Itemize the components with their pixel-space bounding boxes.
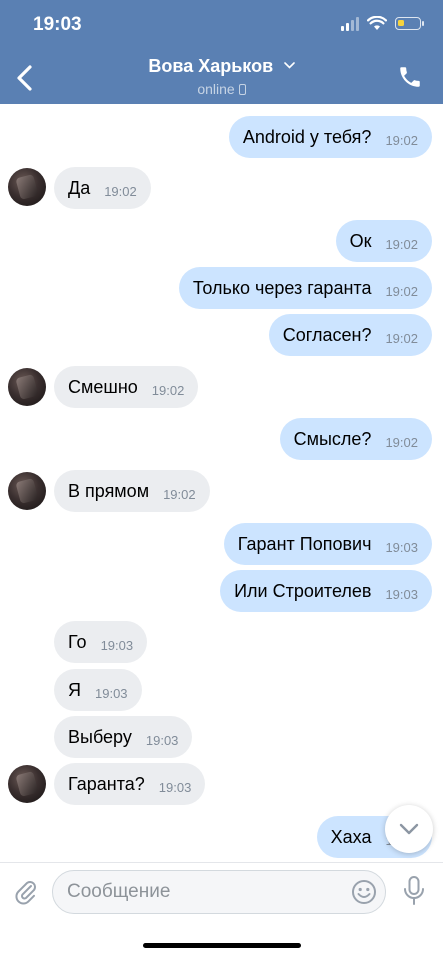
online-status: online [197, 81, 235, 97]
header-bar: 19:03 Вова Харьков online [0, 0, 443, 104]
battery-level [398, 20, 404, 26]
message-time: 19:02 [163, 486, 196, 502]
message-time: 19:03 [100, 637, 134, 653]
chat-title: Вова Харьков [148, 56, 274, 76]
status-icons [341, 16, 424, 31]
message-time: 19:02 [385, 283, 418, 299]
composer-bar [0, 862, 443, 959]
message-text: Смешно [68, 376, 138, 397]
avatar[interactable] [8, 765, 46, 803]
avatar[interactable] [8, 472, 46, 510]
message-text: Гаранта? [68, 773, 145, 794]
message-time: 19:02 [151, 382, 185, 398]
message-input-box[interactable] [52, 870, 386, 914]
message-text: Хаха [330, 826, 372, 847]
message-bubble-incoming: Смешно 19:02 [54, 366, 199, 408]
message-text: В прямом [68, 480, 150, 501]
message-time: 19:03 [95, 685, 128, 701]
message-bubble-outgoing: Согласен? 19:02 [268, 314, 432, 356]
message-time: 19:03 [145, 732, 179, 748]
avatar[interactable] [8, 168, 46, 206]
message-time: 19:02 [385, 434, 418, 450]
message-bubble-outgoing: Только через гаранта 19:02 [178, 267, 432, 309]
message-text: Android у тебя? [242, 126, 372, 147]
message-input[interactable] [67, 871, 347, 913]
scroll-to-bottom-button[interactable] [385, 805, 433, 853]
message-time: 19:03 [385, 586, 418, 602]
message-bubble-incoming: Гаранта? 19:03 [54, 763, 206, 805]
message-text: Ок [349, 230, 372, 251]
message-time: 19:03 [158, 779, 192, 795]
attach-icon[interactable] [12, 877, 40, 905]
message-bubble-incoming: Го 19:03 [54, 621, 148, 663]
chat-subtitle: online [0, 81, 443, 97]
message-bubble-outgoing: Или Строителев 19:03 [220, 570, 432, 612]
message-bubble-incoming: Я 19:03 [54, 669, 142, 711]
message-text: Согласен? [282, 324, 372, 345]
message-text: Гарант Попович [237, 533, 372, 554]
message-list[interactable]: Android у тебя? 19:02 Да 19:02 Ок 19:02 … [0, 104, 443, 862]
battery-icon [395, 17, 424, 30]
mobile-icon [238, 84, 246, 95]
emoji-icon[interactable] [351, 879, 377, 905]
home-indicator[interactable] [143, 943, 301, 948]
message-time: 19:02 [104, 183, 137, 199]
status-time: 19:03 [33, 14, 82, 35]
message-bubble-outgoing: Гарант Попович 19:03 [223, 523, 432, 565]
message-text: Го [68, 631, 87, 652]
message-text: Выберу [68, 726, 132, 747]
phone-icon[interactable] [397, 64, 423, 90]
message-bubble-incoming: В прямом 19:02 [54, 470, 210, 512]
message-time: 19:02 [385, 236, 418, 252]
message-bubble-incoming: Да 19:02 [54, 167, 151, 209]
chat-title-area[interactable]: Вова Харьков online [0, 56, 443, 97]
message-time: 19:02 [385, 330, 418, 346]
message-bubble-outgoing: Смысле? 19:02 [279, 418, 432, 460]
chevron-down-icon [399, 823, 419, 835]
message-bubble-incoming: Выберу 19:03 [54, 716, 193, 758]
message-bubble-outgoing: Ок 19:02 [335, 220, 432, 262]
message-text: Только через гаранта [192, 277, 372, 298]
avatar[interactable] [8, 368, 46, 406]
signal-icon [341, 16, 359, 31]
microphone-icon[interactable] [401, 875, 427, 907]
message-text: Смысле? [293, 428, 372, 449]
message-time: 19:02 [385, 132, 418, 148]
message-time: 19:03 [385, 539, 418, 555]
message-text: Или Строителев [234, 580, 372, 601]
message-text: Да [68, 177, 91, 198]
wifi-icon [367, 16, 387, 30]
message-bubble-outgoing: Android у тебя? 19:02 [228, 116, 432, 158]
chevron-down-icon [283, 62, 295, 69]
message-text: Я [68, 679, 81, 700]
